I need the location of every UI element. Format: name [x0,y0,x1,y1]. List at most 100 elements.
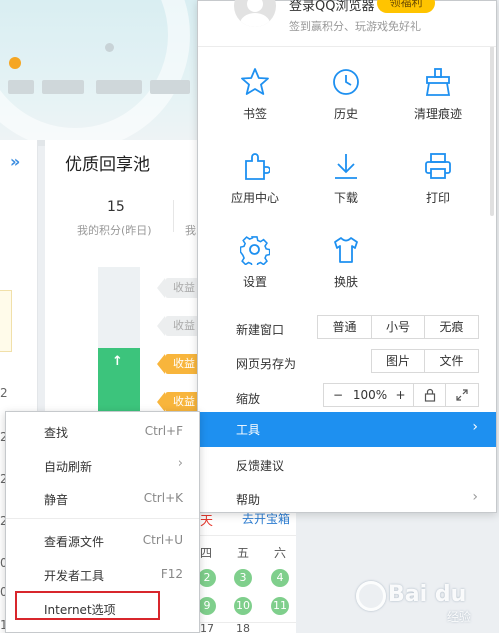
app-center-item[interactable]: 应用中心 [210,151,300,221]
new-window-incognito-button[interactable]: 无痕 [425,316,478,338]
calendar-day-checked[interactable]: 10 [234,597,252,615]
tools-menu-item[interactable]: 工具 › [198,412,496,447]
pool-title: 优质回享池 [65,155,150,175]
view-source-shortcut: Ctrl+U [142,533,183,547]
auto-refresh-item[interactable]: 自动刷新 › [6,448,199,482]
chevron-right-icon: › [472,489,478,505]
calendar-day-checked[interactable]: 2 [198,569,216,587]
settings-label: 设置 [242,275,267,289]
mute-label: 静音 [44,493,69,507]
save-as-image-button[interactable]: 图片 [372,350,425,372]
puzzle-icon [245,153,270,180]
history-label: 历史 [333,107,358,121]
new-window-small-button[interactable]: 小号 [372,316,425,338]
carousel-dot-active[interactable] [9,57,21,69]
find-item[interactable]: 查找 Ctrl+F [6,414,199,448]
divider [200,535,296,536]
tshirt-icon [334,237,358,263]
login-subtitle: 签到赢积分、玩游戏免好礼 [289,20,421,33]
baidu-watermark: Bai du 经验 [352,577,499,633]
chevron-right-icon: › [177,456,183,471]
new-window-normal-button[interactable]: 普通 [318,316,372,338]
view-source-label: 查看源文件 [44,535,105,549]
avatar[interactable] [234,0,276,27]
scrollbar[interactable] [490,46,494,216]
divider [6,518,199,519]
new-window-label: 新建窗口 [236,323,285,337]
gear-icon [240,236,270,265]
calendar-day-checked[interactable]: 3 [234,569,252,587]
bookmarks-label: 书签 [242,107,267,121]
bookmarks-item[interactable]: 书签 [210,67,300,137]
score-label-cut: 我 [185,224,196,237]
auto-refresh-label: 自动刷新 [44,460,93,474]
lock-icon [424,388,435,402]
score-value: 15 [107,199,125,215]
print-label: 打印 [425,191,450,205]
help-menu-item[interactable]: 帮助 › [198,482,496,516]
app-center-label: 应用中心 [230,191,279,205]
calendar-day[interactable]: 18 [236,622,250,633]
login-title[interactable]: 登录QQ浏览器 [289,0,374,14]
feedback-menu-item[interactable]: 反馈建议 [198,448,496,482]
feedback-label: 反馈建议 [236,459,285,473]
mute-shortcut: Ctrl+K [143,491,183,505]
find-label: 查找 [44,426,69,440]
side-digit: 2 [0,386,8,400]
weekday-label: 六 [273,546,286,560]
history-item[interactable]: 历史 [301,67,391,137]
watermark-subtext: 经验 [447,610,472,624]
welfare-button[interactable]: 领福利 [377,0,435,13]
clear-traces-label: 清理痕迹 [413,107,462,121]
new-window-options: 普通 小号 无痕 [317,315,479,339]
calendar-day-checked[interactable]: 11 [271,597,289,615]
download-item[interactable]: 下载 [301,151,391,221]
settings-item[interactable]: 设置 [210,235,300,305]
login-header[interactable]: 登录QQ浏览器 领福利 签到赢积分、玩游戏免好礼 [198,0,496,47]
decorative-ring [0,0,190,140]
up-arrow-icon: ↑ [112,354,123,369]
fullscreen-button[interactable] [446,384,478,406]
notice-box [0,290,12,352]
calendar-day-checked[interactable]: 9 [198,597,216,615]
watermark-text: Bai du [388,582,467,607]
download-label: 下载 [333,191,358,205]
download-icon [335,154,357,179]
printer-icon [425,153,451,179]
star-icon [241,68,269,95]
zoom-out-button[interactable]: − [324,384,352,406]
decorative-dot [105,43,114,52]
calendar-day-checked[interactable]: 4 [271,569,289,587]
save-as-label: 网页另存为 [236,357,297,371]
zoom-label: 缩放 [236,392,261,406]
clock-icon [333,69,359,95]
calendar-day[interactable]: 17 [200,622,214,633]
zoom-value: 100% [352,388,388,402]
blurred-text [150,80,190,94]
weekday-label: 五 [236,546,249,560]
clear-traces-item[interactable]: 清理痕迹 [393,67,483,137]
print-item[interactable]: 打印 [393,151,483,221]
help-label: 帮助 [236,493,261,507]
blurred-text [42,80,84,94]
find-shortcut: Ctrl+F [144,424,183,438]
developer-tools-label: 开发者工具 [44,569,105,583]
zoom-controls: − 100% + [323,383,479,407]
annotation-highlight-box [15,591,160,620]
skin-item[interactable]: 换肤 [301,235,391,305]
lock-zoom-button[interactable] [414,384,446,406]
mute-item[interactable]: 静音 Ctrl+K [6,481,199,515]
expand-icon [456,389,468,401]
view-source-item[interactable]: 查看源文件 Ctrl+U [6,523,199,557]
expand-chevron-icon[interactable]: » [10,152,20,171]
signin-calendar: 四 五 六 2 3 4 9 10 11 [198,535,296,633]
blurred-text [96,80,142,94]
developer-tools-shortcut: F12 [160,567,183,581]
save-as-file-button[interactable]: 文件 [425,350,478,372]
zoom-in-button[interactable]: + [388,384,414,406]
developer-tools-item[interactable]: 开发者工具 F12 [6,557,199,591]
skin-label: 换肤 [333,275,358,289]
blurred-text [8,80,34,94]
save-as-options: 图片 文件 [371,349,479,373]
browser-main-menu: 登录QQ浏览器 领福利 签到赢积分、玩游戏免好礼 书签 历史 清理痕迹 应用中心 [197,0,497,513]
